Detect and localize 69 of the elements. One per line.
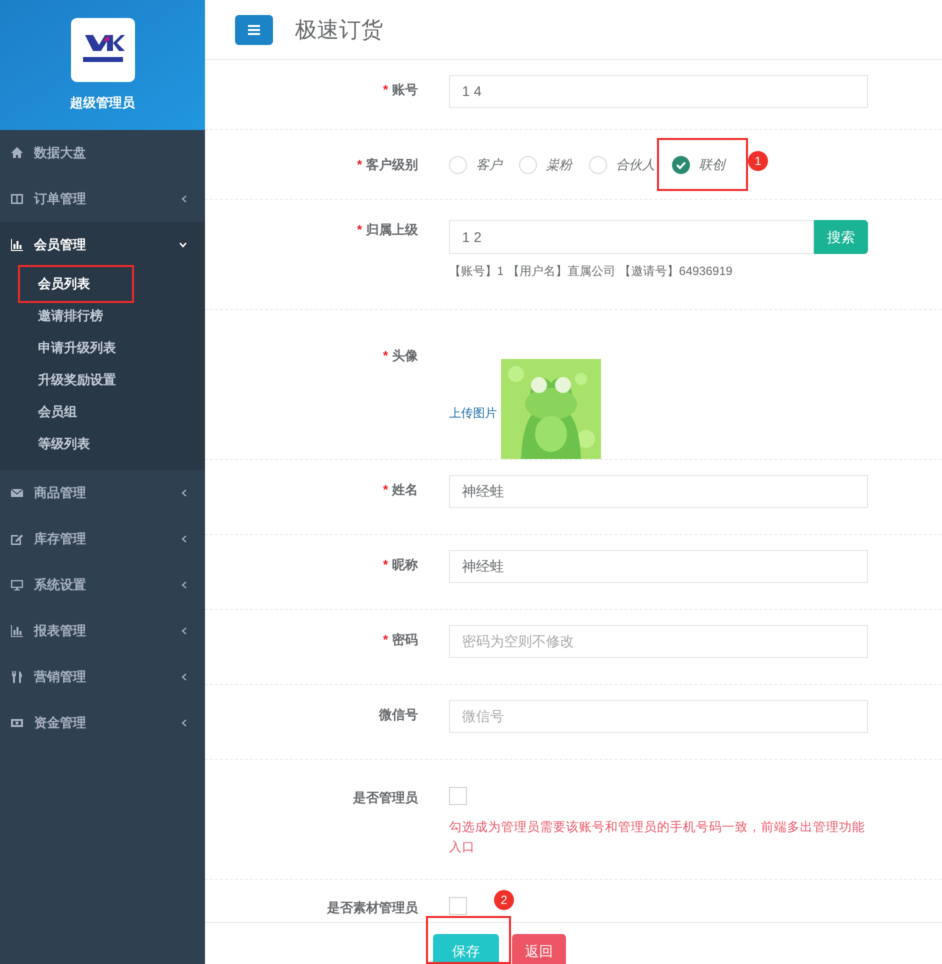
field-label: * 客户级别 bbox=[356, 156, 418, 174]
submenu-item[interactable]: 申请升级列表 bbox=[0, 332, 205, 364]
submenu-item[interactable]: 会员列表 bbox=[0, 268, 205, 300]
input-field[interactable]: 1 2 bbox=[449, 220, 814, 254]
menu-item[interactable]: 商品管理 bbox=[0, 470, 205, 516]
chevron-left-icon bbox=[181, 195, 187, 203]
desktop-icon bbox=[10, 578, 24, 592]
radio-label: 粜粉 bbox=[546, 156, 572, 174]
edit-icon bbox=[10, 532, 24, 546]
step-badge: 1 bbox=[748, 151, 768, 171]
field-label: * 姓名 bbox=[382, 481, 418, 499]
upload-link[interactable]: 上传图片 bbox=[449, 404, 497, 422]
field-label: 是否素材管理员 bbox=[327, 899, 418, 917]
field-label: * 昵称 bbox=[382, 556, 418, 574]
bar-chart-icon bbox=[10, 624, 24, 638]
radio-button[interactable] bbox=[589, 156, 607, 174]
chevron-left-icon bbox=[181, 535, 187, 543]
field-label: * 归属上级 bbox=[356, 221, 418, 239]
chevron-left-icon bbox=[181, 719, 187, 727]
menu-item[interactable]: 营销管理 bbox=[0, 654, 205, 700]
radio-button[interactable] bbox=[672, 156, 690, 174]
columns-icon bbox=[10, 192, 24, 206]
chevron-left-icon bbox=[181, 489, 187, 497]
submenu-item[interactable]: 等级列表 bbox=[0, 428, 205, 460]
back-button[interactable]: 返回 bbox=[512, 934, 566, 964]
menu-icon bbox=[248, 24, 260, 34]
logo-icon bbox=[70, 18, 134, 82]
menu-item[interactable]: 系统设置 bbox=[0, 562, 205, 608]
menu-item[interactable]: 数据大盘 bbox=[0, 130, 205, 176]
menu-item[interactable]: 报表管理 bbox=[0, 608, 205, 654]
radio-label: 联创 bbox=[699, 156, 725, 174]
menu-item[interactable]: 订单管理 bbox=[0, 176, 205, 222]
input-field[interactable]: 神经蛙 bbox=[449, 550, 868, 583]
page-title: 极速订货 bbox=[295, 16, 383, 44]
submenu-item[interactable]: 会员组 bbox=[0, 396, 205, 428]
search-button[interactable]: 搜索 bbox=[814, 220, 868, 254]
home-icon bbox=[10, 146, 24, 160]
menu-item[interactable]: 资金管理 bbox=[0, 700, 205, 746]
envelope-icon bbox=[10, 486, 24, 500]
info-text: 【用户名】直属公司 【邀请号】64936919 bbox=[508, 263, 732, 280]
menu-item[interactable]: 库存管理 bbox=[0, 516, 205, 562]
submenu-item[interactable]: 邀请排行榜 bbox=[0, 300, 205, 332]
input-field[interactable]: 神经蛙 bbox=[449, 475, 868, 508]
chevron-left-icon bbox=[181, 581, 187, 589]
chevron-down-icon bbox=[179, 242, 187, 248]
submenu-item[interactable]: 升级奖励设置 bbox=[0, 364, 205, 396]
radio-button[interactable] bbox=[449, 156, 467, 174]
fork-knife-icon bbox=[10, 670, 24, 684]
hint-text: 勾选成为管理员需要该账号和管理员的手机号码一致，前端多出管理功能入口 bbox=[449, 819, 866, 856]
menu-item[interactable]: 会员管理 bbox=[0, 222, 205, 268]
info-text: 【账号】1 bbox=[449, 263, 504, 280]
step-badge: 2 bbox=[494, 890, 514, 910]
menu-button[interactable] bbox=[235, 14, 273, 44]
chevron-left-icon bbox=[181, 673, 187, 681]
checkbox[interactable] bbox=[449, 897, 467, 915]
checkbox[interactable] bbox=[449, 787, 467, 805]
field-label: * 账号 bbox=[382, 81, 418, 99]
radio-label: 合伙人 bbox=[616, 156, 655, 174]
field-label: 微信号 bbox=[379, 706, 418, 724]
banknote-icon bbox=[10, 716, 24, 730]
field-label: 是否管理员 bbox=[353, 789, 418, 807]
radio-label: 客户 bbox=[476, 156, 502, 174]
field-label: * 头像 bbox=[382, 347, 418, 365]
profile-name: 超级管理员 bbox=[70, 94, 135, 112]
field-label: * 密码 bbox=[382, 631, 418, 649]
bar-chart-icon bbox=[10, 238, 24, 252]
radio-button[interactable] bbox=[519, 156, 537, 174]
input-field[interactable]: 1 4 bbox=[449, 75, 868, 108]
chevron-left-icon bbox=[181, 627, 187, 635]
